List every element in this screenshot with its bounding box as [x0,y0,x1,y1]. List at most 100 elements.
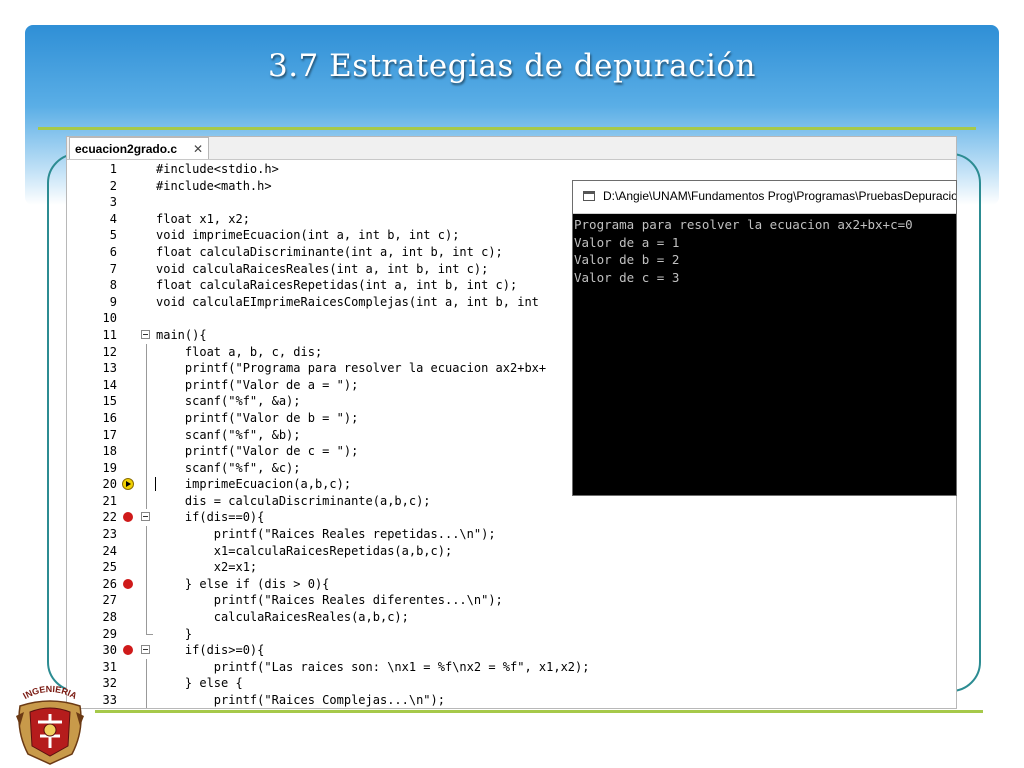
code-text[interactable]: printf("Raices Reales diferentes...\n"); [156,592,503,609]
code-line[interactable]: 29 } [67,625,956,643]
line-number[interactable]: 13 [67,360,117,377]
line-number[interactable]: 21 [67,493,117,510]
line-number[interactable]: 20 [67,476,117,493]
breakpoint-gutter[interactable] [121,178,135,195]
file-tab[interactable]: ecuacion2grado.c ✕ [69,137,209,159]
breakpoint-gutter[interactable] [121,609,135,626]
code-text[interactable]: x1=calculaRaicesRepetidas(a,b,c); [156,543,452,560]
breakpoint-gutter[interactable] [121,659,135,676]
code-text[interactable]: scanf("%f", &c); [156,460,301,477]
code-text[interactable]: float a, b, c, dis; [156,344,322,361]
breakpoint-gutter[interactable] [121,559,135,576]
line-number[interactable]: 16 [67,410,117,427]
breakpoint-gutter[interactable] [121,626,135,643]
code-line[interactable]: 28 calculaRaicesReales(a,b,c); [67,609,956,626]
code-line[interactable]: 24 x1=calculaRaicesRepetidas(a,b,c); [67,542,956,560]
breakpoint-gutter[interactable] [121,310,135,327]
breakpoint-gutter[interactable] [121,675,135,692]
code-text[interactable]: printf("Valor de a = "); [156,377,358,394]
code-line[interactable]: 25 x2=x1; [67,559,956,576]
console-window[interactable]: D:\Angie\UNAM\Fundamentos Prog\Programas… [572,180,957,496]
code-text[interactable]: dis = calculaDiscriminante(a,b,c); [156,493,431,510]
code-text[interactable]: } else if (dis > 0){ [156,576,330,593]
code-line[interactable]: 27 printf("Raices Reales diferentes...\n… [67,592,956,610]
code-line[interactable]: 22 if(dis==0){ [67,509,956,526]
code-text[interactable]: x2=x1; [156,559,257,576]
line-number[interactable]: 3 [67,194,117,211]
code-text[interactable]: float calculaDiscriminante(int a, int b,… [156,244,503,261]
line-number[interactable]: 7 [67,261,117,278]
breakpoint-gutter[interactable] [121,410,135,427]
line-number[interactable]: 29 [67,626,117,643]
line-number[interactable]: 8 [67,277,117,294]
line-number[interactable]: 2 [67,178,117,195]
breakpoint-gutter[interactable] [121,360,135,377]
breakpoint-gutter[interactable] [121,211,135,228]
code-text[interactable]: void calculaEImprimeRaicesComplejas(int … [156,294,539,311]
code-line[interactable]: 23 printf("Raices Reales repetidas...\n"… [67,526,956,543]
breakpoint-gutter[interactable] [121,460,135,477]
breakpoint-gutter[interactable] [121,194,135,211]
collapse-icon[interactable] [141,645,150,655]
code-text[interactable]: if(dis==0){ [156,509,264,526]
line-number[interactable]: 26 [67,576,117,593]
code-line[interactable]: 30 if(dis>=0){ [67,642,956,659]
line-number[interactable]: 27 [67,592,117,609]
breakpoint-gutter[interactable] [121,543,135,560]
breakpoint-gutter[interactable] [121,161,135,178]
line-number[interactable]: 6 [67,244,117,261]
line-number[interactable]: 12 [67,344,117,361]
line-number[interactable]: 14 [67,377,117,394]
breakpoint-gutter[interactable] [121,261,135,278]
code-line[interactable]: 33 printf("Raices Complejas...\n"); [67,692,956,708]
line-number[interactable]: 15 [67,393,117,410]
code-text[interactable]: float calculaRaicesRepetidas(int a, int … [156,277,517,294]
breakpoint-gutter[interactable] [121,244,135,261]
code-text[interactable]: printf("Valor de b = "); [156,410,358,427]
breakpoint-gutter[interactable] [121,377,135,394]
breakpoint-icon[interactable] [123,578,133,589]
code-line[interactable]: 32 } else { [67,675,956,692]
code-text[interactable]: scanf("%f", &b); [156,427,301,444]
breakpoint-gutter[interactable] [121,692,135,708]
code-text[interactable]: } [156,626,192,643]
code-line[interactable]: 1 #include<stdio.h> [67,161,956,178]
breakpoint-gutter[interactable] [121,427,135,444]
breakpoint-gutter[interactable] [121,344,135,361]
line-number[interactable]: 4 [67,211,117,228]
collapse-icon[interactable] [141,512,150,522]
line-number[interactable]: 25 [67,559,117,576]
code-text[interactable]: main(){ [156,327,207,344]
line-number[interactable]: 19 [67,460,117,477]
code-text[interactable]: if(dis>=0){ [156,642,264,659]
code-text[interactable]: #include<stdio.h> [156,161,279,178]
line-number[interactable]: 5 [67,227,117,244]
collapse-icon[interactable] [141,329,150,339]
breakpoint-gutter[interactable] [121,294,135,311]
line-number[interactable]: 9 [67,294,117,311]
code-text[interactable]: void calculaRaicesReales(int a, int b, i… [156,261,488,278]
line-number[interactable]: 23 [67,526,117,543]
code-text[interactable]: #include<math.h> [156,178,272,195]
line-number[interactable]: 31 [67,659,117,676]
breakpoint-gutter[interactable] [121,493,135,510]
breakpoint-gutter[interactable] [121,443,135,460]
breakpoint-gutter[interactable] [121,526,135,543]
code-text[interactable]: } else { [156,675,243,692]
code-text[interactable]: printf("Raices Reales repetidas...\n"); [156,526,496,543]
close-tab-icon[interactable]: ✕ [193,138,203,160]
line-number[interactable]: 11 [67,327,117,344]
breakpoint-gutter[interactable] [121,227,135,244]
line-number[interactable]: 28 [67,609,117,626]
code-text[interactable]: printf("Valor de c = "); [156,443,358,460]
console-titlebar[interactable]: D:\Angie\UNAM\Fundamentos Prog\Programas… [573,181,956,214]
line-number[interactable]: 22 [67,509,117,526]
line-number[interactable]: 30 [67,642,117,659]
code-text[interactable]: float x1, x2; [156,211,250,228]
line-number[interactable]: 18 [67,443,117,460]
line-number[interactable]: 17 [67,427,117,444]
breakpoint-gutter[interactable] [121,327,135,344]
code-text[interactable]: scanf("%f", &a); [156,393,301,410]
line-number[interactable]: 24 [67,543,117,560]
code-text[interactable]: calculaRaicesReales(a,b,c); [156,609,409,626]
